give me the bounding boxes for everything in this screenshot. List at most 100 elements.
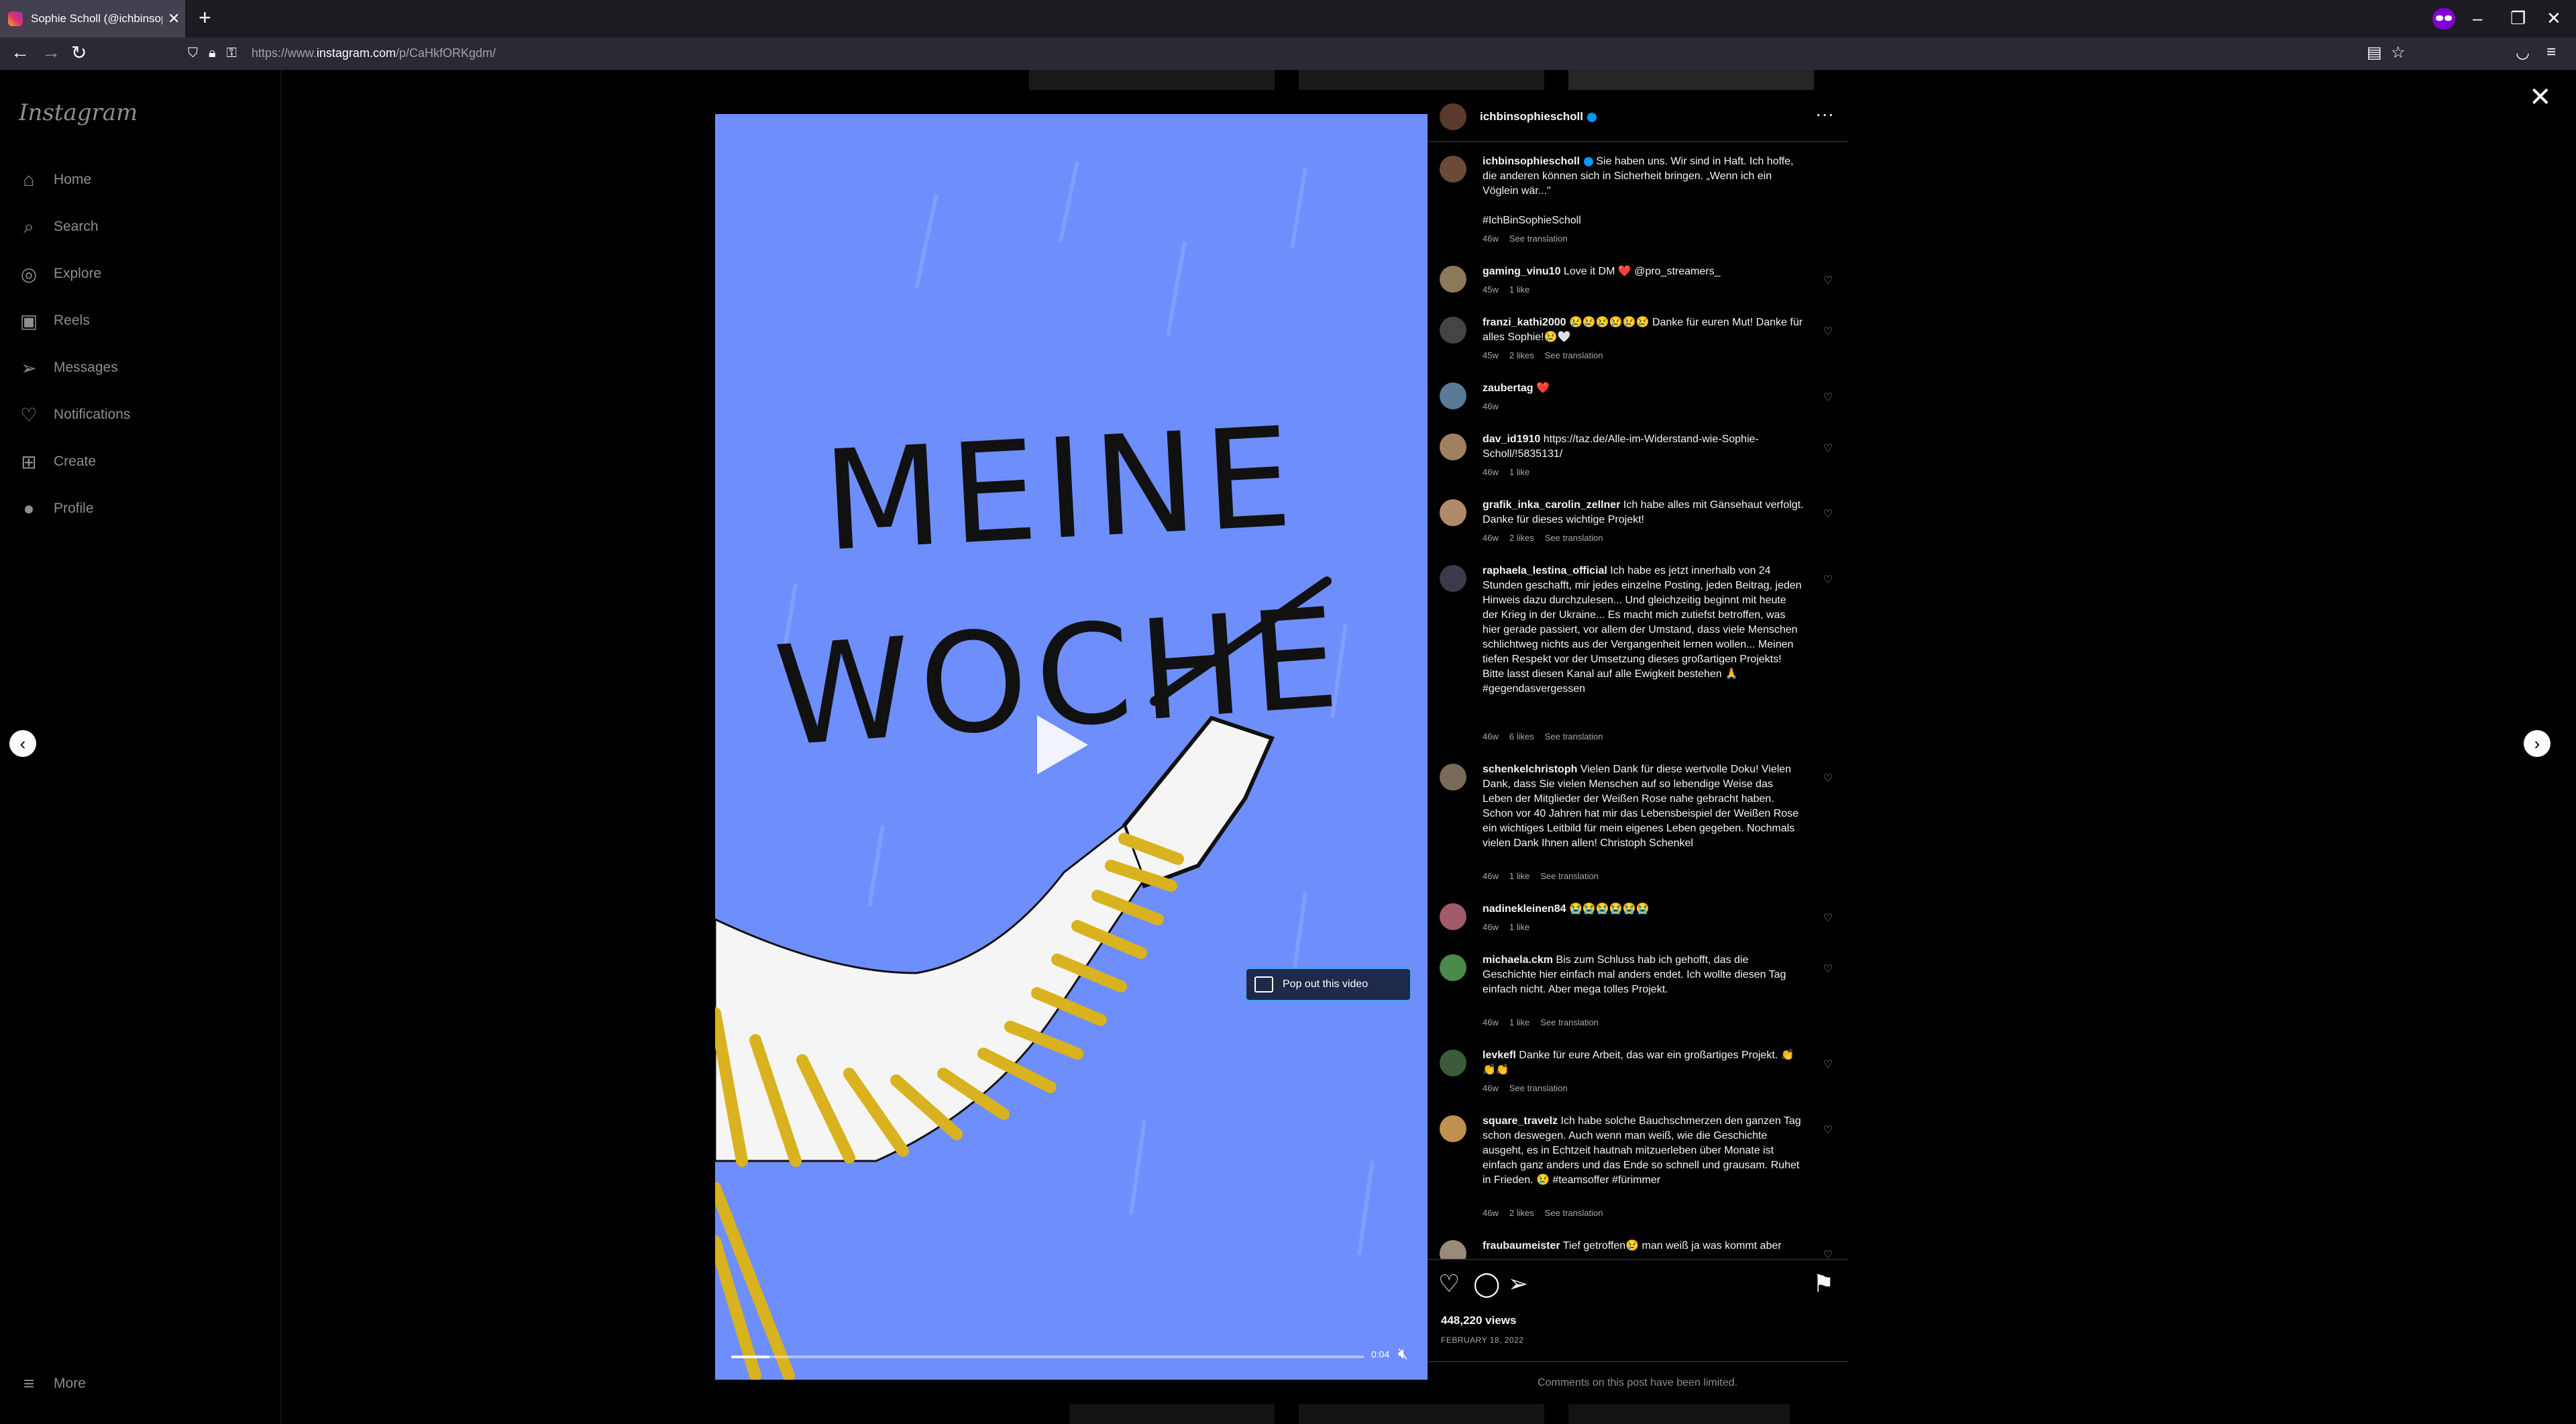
minimize-button[interactable]: – bbox=[2473, 8, 2482, 29]
comment-like-heart-icon[interactable]: ♡ bbox=[1823, 325, 1833, 338]
comment-like-heart-icon[interactable]: ♡ bbox=[1823, 274, 1833, 287]
key-icon[interactable]: ⚿ bbox=[227, 46, 237, 61]
comment-username[interactable]: fraubaumeister bbox=[1483, 1240, 1560, 1252]
play-button[interactable] bbox=[1037, 715, 1088, 774]
comment-like-heart-icon[interactable]: ♡ bbox=[1823, 1123, 1833, 1137]
caption-hashtag[interactable]: #IchBinSophieScholl bbox=[1483, 213, 1805, 228]
video-seek-bar[interactable] bbox=[731, 1356, 1364, 1358]
avatar[interactable] bbox=[1440, 1050, 1466, 1076]
comment-username[interactable]: zaubertag bbox=[1483, 383, 1534, 394]
browser-tab[interactable]: Sophie Scholl (@ichbinsophiescholl) ✕ bbox=[0, 0, 185, 38]
avatar[interactable] bbox=[1440, 434, 1466, 460]
comment-meta-item[interactable]: 45w bbox=[1483, 350, 1499, 360]
comment-meta-item[interactable]: See translation bbox=[1509, 234, 1568, 244]
comment-meta-item[interactable]: 46w bbox=[1483, 1208, 1499, 1218]
comment-meta-item[interactable]: See translation bbox=[1545, 731, 1603, 742]
comment-username[interactable]: raphaela_lestina_official bbox=[1483, 565, 1607, 576]
comment-meta-item[interactable]: See translation bbox=[1540, 871, 1599, 881]
comment-like-heart-icon[interactable]: ♡ bbox=[1823, 962, 1833, 976]
avatar[interactable] bbox=[1440, 954, 1466, 981]
sidebar-item-create[interactable]: ⊞ Create bbox=[19, 447, 96, 476]
comment-meta-item[interactable]: 1 like bbox=[1509, 467, 1529, 477]
like-heart-icon[interactable]: ♡ bbox=[1438, 1270, 1460, 1298]
comment-username[interactable]: dav_id1910 bbox=[1483, 434, 1540, 445]
comment-username[interactable]: michaela.ckm bbox=[1483, 954, 1553, 966]
avatar[interactable] bbox=[1440, 266, 1466, 293]
comment-username[interactable]: ichbinsophiescholl bbox=[1483, 156, 1580, 167]
sidebar-item-reels[interactable]: ▣ Reels bbox=[19, 306, 90, 336]
url-bar[interactable]: ⛉ 🔒︎ ⚿ https://www.instagram.com/p/CaHkf… bbox=[188, 40, 2402, 66]
post-date[interactable]: FEBRUARY 18, 2022 bbox=[1441, 1335, 1523, 1345]
reload-button[interactable]: ↻ bbox=[71, 42, 87, 64]
post-author-username[interactable]: ichbinsophiescholl bbox=[1480, 110, 1597, 123]
previous-post-button[interactable]: ‹ bbox=[9, 730, 36, 757]
comment-username[interactable]: square_travelz bbox=[1483, 1115, 1558, 1127]
url-text[interactable]: https://www.instagram.com/p/CaHkfORKgdm/ bbox=[252, 46, 496, 60]
comments-list[interactable]: ichbinsophiescholl Sie haben uns. Wir si… bbox=[1428, 152, 1847, 1259]
avatar[interactable] bbox=[1440, 499, 1466, 526]
comment-username[interactable]: grafik_inka_carolin_zellner bbox=[1483, 499, 1620, 511]
save-bookmark-icon[interactable]: ⚑ bbox=[1813, 1270, 1834, 1298]
comment-username[interactable]: gaming_vinu10 bbox=[1483, 266, 1560, 277]
back-button[interactable]: ← bbox=[11, 42, 30, 63]
comment-meta-item[interactable]: 45w bbox=[1483, 285, 1499, 295]
avatar[interactable] bbox=[1440, 1115, 1466, 1142]
comment-username[interactable]: nadinekleinen84 bbox=[1483, 903, 1566, 915]
sidebar-item-notifications[interactable]: ♡ Notifications bbox=[19, 400, 130, 429]
forward-button[interactable]: → bbox=[42, 42, 60, 63]
instagram-logo[interactable]: Instagram bbox=[19, 99, 138, 126]
close-window-button[interactable]: ✕ bbox=[2546, 8, 2561, 29]
comment-meta-item[interactable]: 46w bbox=[1483, 401, 1499, 411]
comment-meta-item[interactable]: 46w bbox=[1483, 467, 1499, 477]
comment-meta-item[interactable]: 1 like bbox=[1509, 1017, 1529, 1027]
sidebar-item-home[interactable]: ⌂ Home bbox=[19, 165, 92, 195]
avatar[interactable] bbox=[1440, 565, 1466, 592]
shield-icon[interactable]: ⛉ bbox=[188, 46, 198, 61]
avatar[interactable] bbox=[1440, 903, 1466, 930]
share-plane-icon[interactable]: ➢ bbox=[1508, 1270, 1528, 1298]
comment-meta-item[interactable]: 2 likes bbox=[1509, 1208, 1534, 1218]
avatar[interactable] bbox=[1440, 383, 1466, 409]
comment-meta-item[interactable]: 46w bbox=[1483, 234, 1499, 244]
comment-meta-item[interactable]: 46w bbox=[1483, 1083, 1499, 1093]
sidebar-item-search[interactable]: ⌕ Search bbox=[19, 212, 98, 242]
post-video[interactable]: MEINE WOCHE Pop out this video 0:04 🔇︎ bbox=[715, 114, 1428, 1380]
menu-icon[interactable]: ≡ bbox=[2546, 43, 2556, 62]
avatar[interactable] bbox=[1440, 103, 1466, 130]
comment-username[interactable]: levkefl bbox=[1483, 1050, 1516, 1061]
avatar[interactable] bbox=[1440, 764, 1466, 791]
comment-meta-item[interactable]: 2 likes bbox=[1509, 350, 1534, 360]
comment-like-heart-icon[interactable]: ♡ bbox=[1823, 772, 1833, 785]
comment-bubble-icon[interactable]: ◯ bbox=[1473, 1270, 1500, 1298]
sidebar-item-profile[interactable]: ● Profile bbox=[19, 494, 94, 523]
sidebar-item-messages[interactable]: ➢ Messages bbox=[19, 353, 117, 383]
mute-icon[interactable]: 🔇︎ bbox=[1398, 1345, 1408, 1364]
comment-like-heart-icon[interactable]: ♡ bbox=[1823, 1058, 1833, 1071]
comment-like-heart-icon[interactable]: ♡ bbox=[1823, 911, 1833, 925]
close-icon[interactable]: ✕ bbox=[2529, 82, 2552, 113]
sidebar-item-explore[interactable]: ◎ Explore bbox=[19, 259, 101, 289]
restore-button[interactable]: ❐ bbox=[2510, 8, 2526, 29]
pocket-icon[interactable]: ◡ bbox=[2516, 43, 2530, 62]
comment-meta-item[interactable]: 1 like bbox=[1509, 922, 1529, 932]
comment-meta-item[interactable]: 1 like bbox=[1509, 871, 1529, 881]
comment-meta-item[interactable]: 46w bbox=[1483, 871, 1499, 881]
comment-meta-item[interactable]: See translation bbox=[1545, 350, 1603, 360]
bookmark-star-icon[interactable]: ☆ bbox=[2391, 43, 2406, 62]
comment-meta-item[interactable]: 6 likes bbox=[1509, 731, 1534, 742]
comment-meta-item[interactable]: 46w bbox=[1483, 922, 1499, 932]
lock-icon[interactable]: 🔒︎ bbox=[209, 46, 216, 61]
next-post-button[interactable]: › bbox=[2524, 730, 2551, 757]
more-options-icon[interactable]: ··· bbox=[1815, 103, 1834, 125]
comment-meta-item[interactable]: See translation bbox=[1540, 1017, 1599, 1027]
comment-like-heart-icon[interactable]: ♡ bbox=[1823, 442, 1833, 455]
comment-meta-item[interactable]: 2 likes bbox=[1509, 533, 1534, 543]
avatar[interactable] bbox=[1440, 1240, 1466, 1259]
comment-meta-item[interactable]: 46w bbox=[1483, 533, 1499, 543]
comment-meta-item[interactable]: 46w bbox=[1483, 731, 1499, 742]
reader-view-icon[interactable]: ▤ bbox=[2367, 43, 2382, 62]
comment-username[interactable]: schenkelchristoph bbox=[1483, 764, 1577, 775]
tab-close-icon[interactable]: ✕ bbox=[168, 10, 180, 28]
comment-like-heart-icon[interactable]: ♡ bbox=[1823, 573, 1833, 587]
comment-like-heart-icon[interactable]: ♡ bbox=[1823, 391, 1833, 404]
